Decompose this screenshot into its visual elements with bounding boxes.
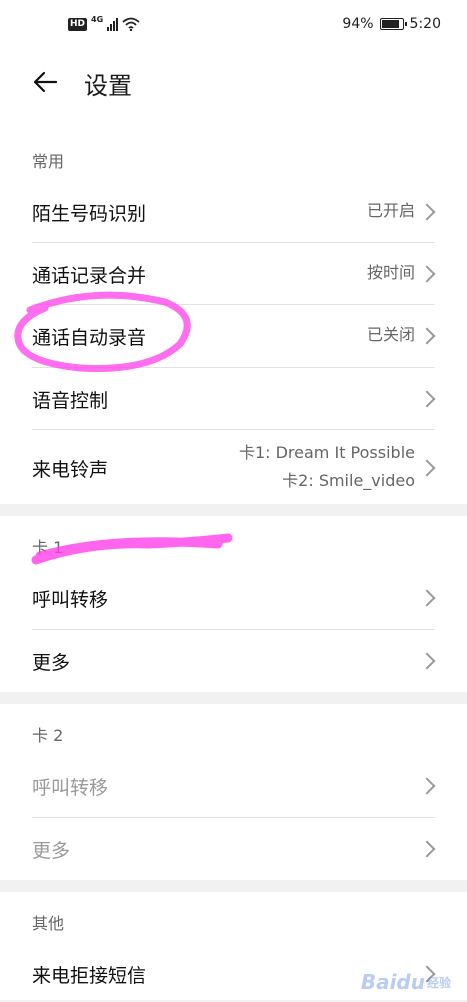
app-header: 设置 [0,52,467,124]
hd-badge: HD [68,17,88,31]
ringtone-card1: 卡1: Dream It Possible [238,443,415,462]
divider [32,367,435,368]
battery-percent: 94% [342,16,374,32]
row-more-card2[interactable]: 更多 [0,819,467,879]
watermark-sub: 经验 [426,975,451,990]
chevron-right-icon [418,840,436,858]
section-card2: 卡 2 呼叫转移 更多 [0,704,467,880]
row-label: 通话自动录音 [32,327,147,349]
status-icons-left: HD 4G [68,14,140,31]
row-voice-control[interactable]: 语音控制 [0,369,467,429]
watermark-brand: Baidu [360,970,425,994]
battery-icon [379,18,407,30]
row-label: 语音控制 [32,390,109,412]
chevron-right-icon [418,265,436,283]
row-label: 来电铃声 [32,459,109,481]
row-label: 更多 [32,840,71,862]
row-label: 呼叫转移 [32,777,109,799]
chevron-right-icon [418,777,436,795]
divider [32,629,435,630]
baidu-watermark-logo: Baidu 经验 [361,970,451,994]
row-label: 陌生号码识别 [32,203,147,225]
row-auto-call-recording[interactable]: 通话自动录音 已关闭 [0,306,467,366]
row-more-card1[interactable]: 更多 [0,631,467,691]
divider [32,429,435,430]
chevron-right-icon [418,589,436,607]
chevron-right-icon [418,459,436,477]
divider [32,304,435,305]
wifi-icon [122,17,140,31]
row-label: 来电拒接短信 [32,965,147,987]
page-title: 设置 [84,72,132,100]
chevron-right-icon [418,327,436,345]
row-ringtone[interactable]: 来电铃声 卡1: Dream It Possible 卡2: Smile_vid… [0,431,467,503]
row-label: 呼叫转移 [32,589,109,611]
signal-icon [107,17,119,31]
clock: 5:20 [409,16,441,32]
row-value: 按时间 [366,263,415,282]
network-type: 4G [91,14,104,24]
section-card1: 卡 1 呼叫转移 更多 [0,516,467,692]
row-unknown-number-recognition[interactable]: 陌生号码识别 已开启 [0,182,467,240]
section-title-card2: 卡 2 [32,726,64,745]
arrow-left-icon[interactable] [30,66,62,98]
chevron-right-icon [418,652,436,670]
row-call-forwarding-card1[interactable]: 呼叫转移 [0,568,467,628]
chevron-right-icon [418,203,436,221]
ringtone-card2: 卡2: Smile_video [282,471,415,490]
row-value: 已开启 [366,201,415,220]
section-title-card1: 卡 1 [32,538,64,557]
status-bar: HD 4G 94% 5:20 [0,0,467,52]
section-title-common: 常用 [32,152,65,171]
section-common: 常用 陌生号码识别 已开启 通话记录合并 按时间 通话自动录音 已关闭 语音控制… [0,124,467,504]
chevron-right-icon [418,390,436,408]
section-title-other: 其他 [32,914,65,933]
row-call-log-merge[interactable]: 通话记录合并 按时间 [0,244,467,304]
row-value: 已关闭 [366,325,415,344]
row-label: 更多 [32,652,71,674]
row-call-forwarding-card2[interactable]: 呼叫转移 [0,756,467,816]
row-label: 通话记录合并 [32,265,147,287]
divider [32,242,435,243]
divider [32,817,435,818]
status-icons-right: 94% 5:20 [342,16,441,32]
